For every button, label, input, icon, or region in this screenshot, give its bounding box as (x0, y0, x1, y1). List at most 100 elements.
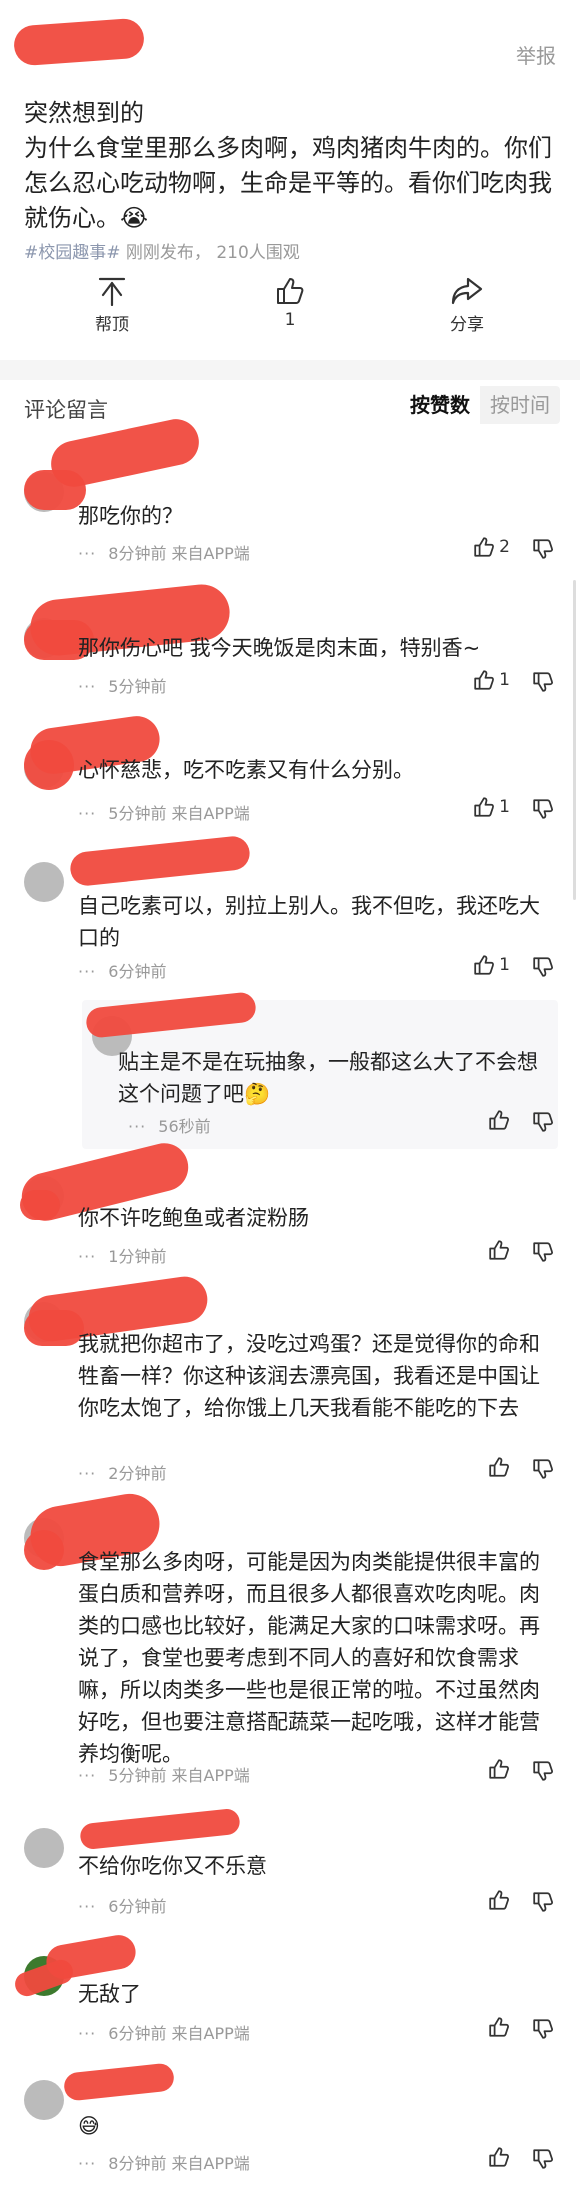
thumbs-down-icon[interactable] (532, 1891, 554, 1913)
comment-time: 2分钟前 (108, 1464, 167, 1483)
comment-like-button[interactable] (488, 2016, 510, 2038)
comment-like-button[interactable] (488, 1456, 510, 1478)
scrollbar[interactable] (573, 580, 576, 900)
share-icon (417, 272, 517, 310)
redacted-username (68, 834, 252, 888)
comment-like-button[interactable] (488, 2146, 510, 2168)
redacted-username (62, 2062, 176, 2102)
thumbs-up-icon (488, 1109, 510, 1131)
comment-time: 1分钟前 (108, 1247, 167, 1266)
comment-text: 心怀慈悲，吃不吃素又有什么分别。 (78, 758, 414, 782)
comment-meta: ··· 1分钟前 (78, 1243, 166, 1267)
comment-like-button[interactable] (488, 1758, 510, 1780)
thumbs-up-icon (473, 796, 495, 818)
comment-text: 我就把你超市了，没吃过鸡蛋？还是觉得你的命和牲畜一样？你这种该润去漂亮国，我看还… (78, 1332, 540, 1420)
comment-like-button[interactable] (488, 1239, 510, 1261)
avatar[interactable] (24, 1828, 64, 1868)
comment-text: 不给你吃你又不乐意 (78, 1854, 267, 1878)
thumbs-up-icon (488, 2016, 510, 2038)
more-icon[interactable]: ··· (78, 804, 96, 823)
share-button[interactable]: 分享 (417, 272, 517, 335)
comment-time: 8分钟前 (108, 544, 167, 563)
more-icon[interactable]: ··· (78, 1897, 96, 1916)
more-icon[interactable]: ··· (78, 1766, 96, 1785)
thumbs-up-icon (473, 536, 495, 558)
comment-time: 8分钟前 (108, 2154, 167, 2173)
comment-source: 来自APP端 (171, 1766, 250, 1785)
redacted-username (79, 1807, 241, 1851)
comment-time: 6分钟前 (108, 962, 167, 981)
more-icon[interactable]: ··· (128, 1117, 146, 1136)
bump-button[interactable]: 帮顶 (62, 272, 162, 335)
comment-meta: ··· 8分钟前 来自APP端 (78, 2150, 250, 2174)
post-text-line1: 突然想到的 (24, 99, 144, 127)
redacted-username (12, 17, 146, 67)
comment-text: 那吃你的？ (78, 504, 183, 528)
thumbs-down-icon[interactable] (532, 538, 554, 560)
comment-like-button[interactable]: 1 (473, 669, 510, 691)
thumbs-up-icon (488, 2146, 510, 2168)
sort-by-likes[interactable]: 按赞数 (400, 386, 480, 424)
redacted-username (24, 1310, 84, 1346)
comment-like-button[interactable] (488, 1109, 510, 1131)
comment-source: 来自APP端 (171, 804, 250, 823)
redacted-username (24, 470, 86, 510)
more-icon[interactable]: ··· (78, 2154, 96, 2173)
thumbs-down-icon[interactable] (532, 671, 554, 693)
comment-like-button[interactable]: 1 (473, 954, 510, 976)
like-button[interactable]: 1 (240, 272, 340, 330)
comment-text: 那你伤心吧 我今天晚饭是肉末面，特别香~ (78, 636, 481, 660)
comment-time: 5分钟前 (108, 1766, 167, 1785)
avatar[interactable] (24, 2080, 64, 2120)
comment-meta: ··· 2分钟前 (78, 1460, 166, 1484)
comment-like-button[interactable] (488, 1889, 510, 1911)
comment-meta: ··· 6分钟前 (78, 1893, 166, 1917)
comment-like-count: 1 (499, 797, 510, 817)
thumbs-down-icon[interactable] (532, 1111, 554, 1133)
sort-by-time[interactable]: 按时间 (480, 386, 560, 424)
comment-text: 😅 (78, 2114, 100, 2138)
comment-source: 来自APP端 (171, 544, 250, 563)
sort-toggle: 按赞数 按时间 (400, 386, 560, 424)
comment-like-button[interactable]: 1 (473, 796, 510, 818)
thumbs-up-icon (488, 1239, 510, 1261)
more-icon[interactable]: ··· (78, 2024, 96, 2043)
comment-meta: ··· 5分钟前 来自APP端 (78, 800, 250, 824)
thumbs-up-icon (473, 669, 495, 691)
comment-text: 无敌了 (78, 1982, 141, 2006)
avatar[interactable] (24, 862, 64, 902)
thumbs-down-icon[interactable] (532, 1458, 554, 1480)
post-actions: 帮顶 1 分享 (0, 272, 580, 344)
comment-time: 6分钟前 (108, 1897, 167, 1916)
top-icon (62, 272, 162, 310)
report-button[interactable]: 举报 (516, 40, 556, 69)
comment-meta: ··· 6分钟前 (78, 958, 166, 982)
comment-text: 自己吃素可以，别拉上别人。我不但吃，我还吃大口的 (78, 894, 540, 950)
comment-meta: ··· 5分钟前 (78, 673, 166, 697)
topic-tag[interactable]: #校园趣事# (24, 243, 121, 263)
more-icon[interactable]: ··· (78, 962, 96, 981)
comment-like-count: 1 (499, 670, 510, 690)
more-icon[interactable]: ··· (78, 544, 96, 563)
redacted-username (24, 1530, 64, 1570)
post-card: 举报 突然想到的 为什么食堂里那么多肉啊，鸡肉猪肉牛肉的。你们怎么忍心吃动物啊，… (0, 0, 580, 360)
thumbs-up-icon (488, 1758, 510, 1780)
more-icon[interactable]: ··· (78, 677, 96, 696)
thumbs-down-icon[interactable] (532, 956, 554, 978)
comments-header: 评论留言 按赞数 按时间 (0, 380, 580, 430)
thumbs-up-icon (473, 954, 495, 976)
comment-meta: ··· 5分钟前 来自APP端 (78, 1762, 250, 1786)
more-icon[interactable]: ··· (78, 1464, 96, 1483)
comment-like-button[interactable]: 2 (473, 536, 510, 558)
thumbs-down-icon[interactable] (532, 2018, 554, 2040)
comment-time: 5分钟前 (108, 677, 167, 696)
thumbs-down-icon[interactable] (532, 798, 554, 820)
thumbs-down-icon[interactable] (532, 1760, 554, 1782)
comment-time: 6分钟前 (108, 2024, 167, 2043)
comment-like-count: 1 (499, 955, 510, 975)
like-count: 1 (284, 310, 296, 330)
thumbs-down-icon[interactable] (532, 2148, 554, 2170)
thumbs-down-icon[interactable] (532, 1241, 554, 1263)
comment-like-count: 2 (499, 537, 510, 557)
more-icon[interactable]: ··· (78, 1247, 96, 1266)
